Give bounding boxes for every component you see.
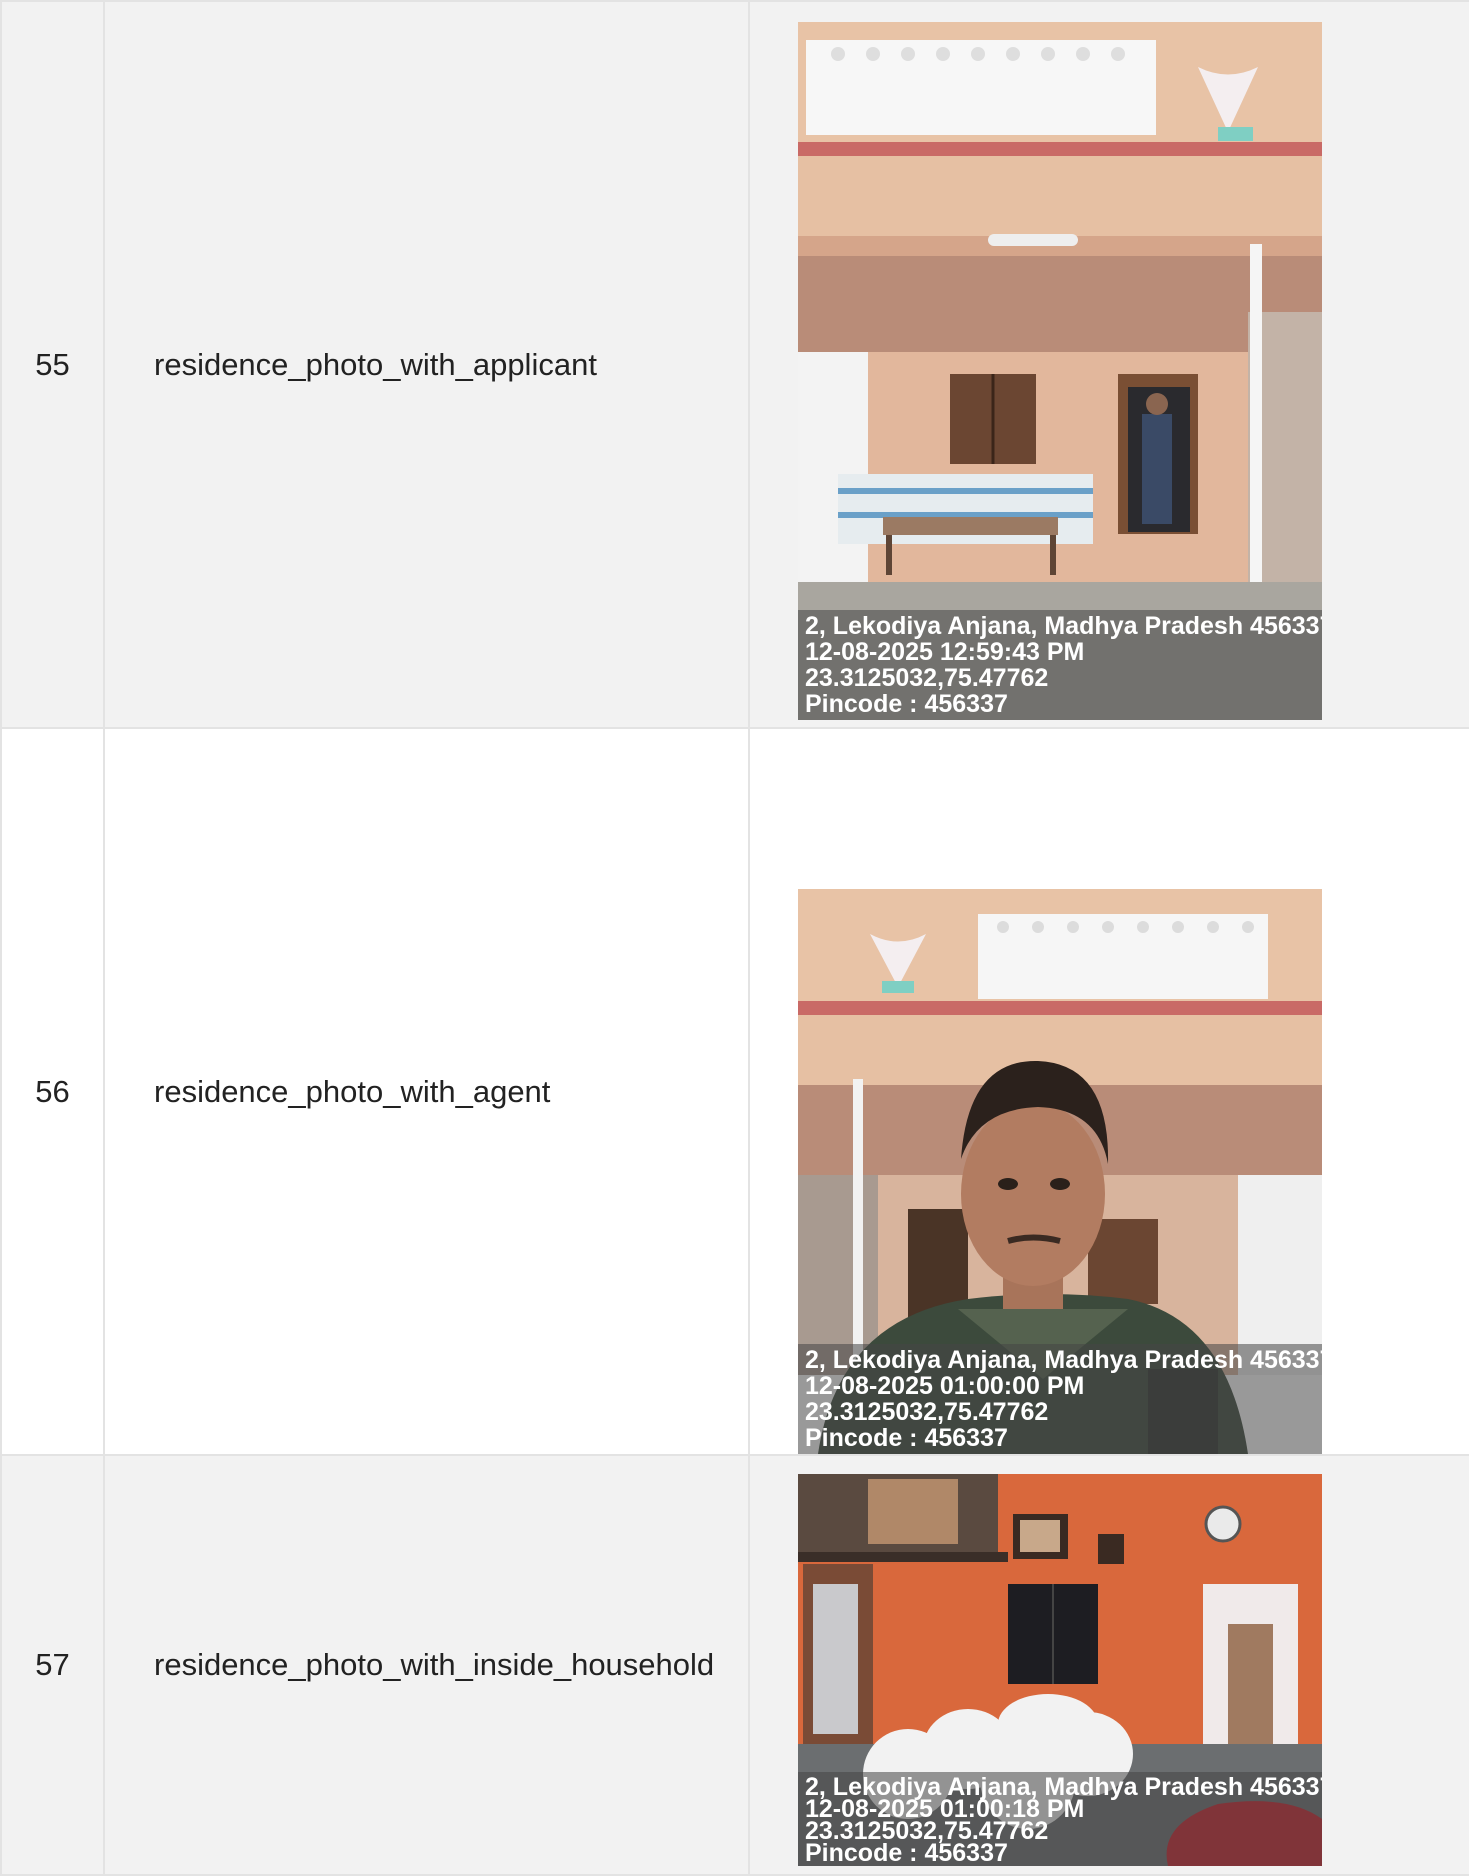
row-number: 56 [0,727,105,1456]
photo-cell: 2, Lekodiya Anjana, Madhya Pradesh 45633… [748,1454,1469,1876]
residence-photo-applicant[interactable]: 2, Lekodiya Anjana, Madhya Pradesh 45633… [798,21,1322,720]
photo-table: 55 residence_photo_with_applicant 2, Lek… [0,0,1469,1876]
residence-photo-agent[interactable]: 2, Lekodiya Anjana, Madhya Pradesh 45633… [798,889,1322,1454]
stamp-address: 2, Lekodiya Anjana, Madhya Pradesh 45633… [805,1346,1322,1374]
photo-cell: 2, Lekodiya Anjana, Madhya Pradesh 45633… [748,727,1469,1456]
stamp-datetime: 12-08-2025 01:00:00 PM [805,1372,1085,1400]
geo-stamp: 2, Lekodiya Anjana, Madhya Pradesh 45633… [798,1772,1322,1866]
stamp-coordinates: 23.3125032,75.47762 [805,663,1049,692]
table-row: 57 residence_photo_with_inside_household [0,1454,1469,1876]
stamp-address: 2, Lekodiya Anjana, Madhya Pradesh 45633… [805,611,1322,640]
photo-cell: 2, Lekodiya Anjana, Madhya Pradesh 45633… [748,0,1469,729]
stamp-pincode: Pincode : 456337 [805,689,1008,718]
document-type-label: residence_photo_with_agent [103,727,750,1456]
stamp-coordinates: 23.3125032,75.47762 [805,1398,1049,1426]
table-row: 55 residence_photo_with_applicant 2, Lek… [0,0,1469,729]
row-number: 57 [0,1454,105,1876]
row-number: 55 [0,0,105,729]
geo-stamp: 2, Lekodiya Anjana, Madhya Pradesh 45633… [798,1344,1322,1454]
document-type-label: residence_photo_with_inside_household [103,1454,750,1876]
table-row: 56 residence_photo_with_agent 2, Lekodiy… [0,727,1469,1456]
stamp-datetime: 12-08-2025 12:59:43 PM [805,637,1085,666]
stamp-pincode: Pincode : 456337 [805,1839,1008,1866]
stamp-pincode: Pincode : 456337 [805,1424,1008,1452]
document-type-label: residence_photo_with_applicant [103,0,750,729]
geo-stamp: 2, Lekodiya Anjana, Madhya Pradesh 45633… [798,609,1322,720]
residence-photo-inside-household[interactable]: 2, Lekodiya Anjana, Madhya Pradesh 45633… [798,1474,1322,1866]
